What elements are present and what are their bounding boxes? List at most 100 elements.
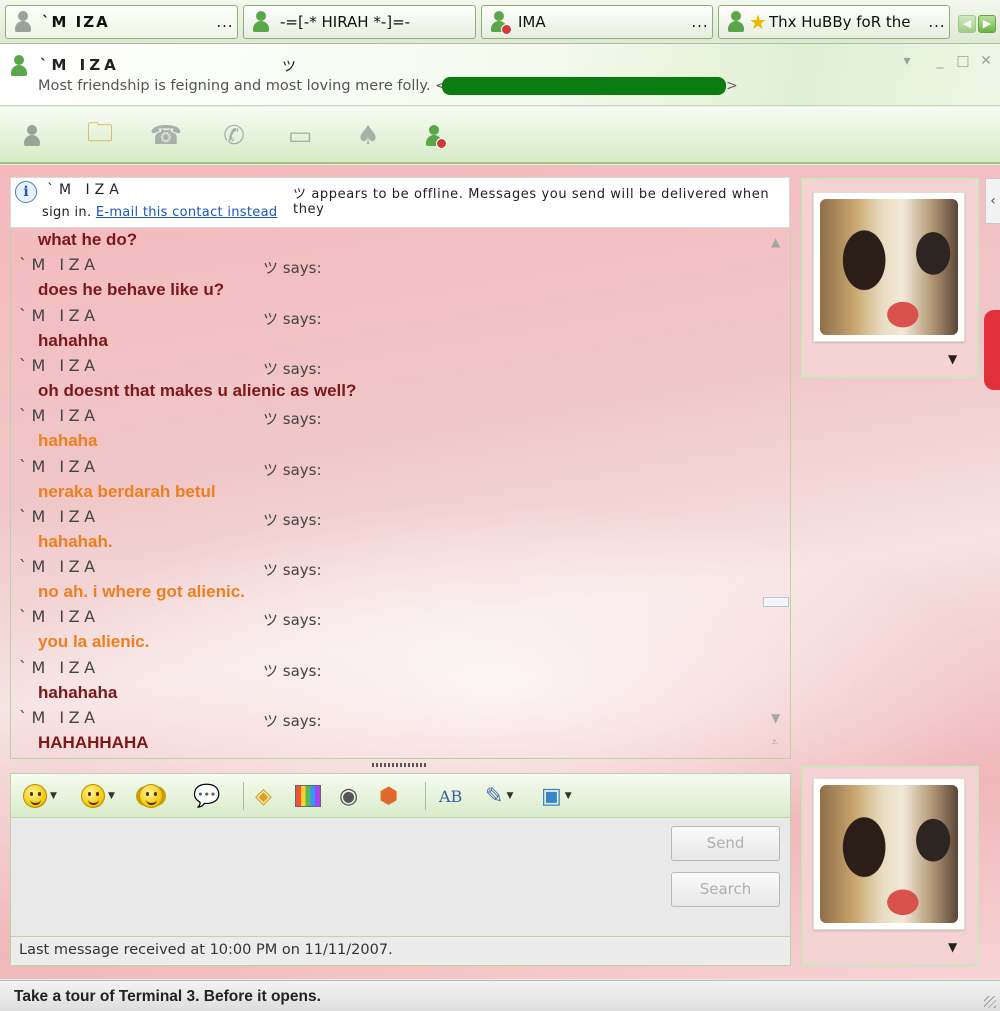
last-message-status: Last message received at 10:00 PM on 11/… (11, 936, 790, 965)
font-icon: AB (439, 786, 463, 806)
conversation-tab-strip: `M IZA ... -=[-* HIRAH *-]=- IMA ... ★ T… (0, 0, 1000, 44)
my-display-picture[interactable] (813, 778, 965, 930)
message-text: hahahah. (38, 531, 113, 551)
font-button[interactable]: AB (439, 780, 462, 812)
paint-button[interactable]: ✎ ▼ (485, 780, 513, 812)
conversation-toolbar: 🗀 ☎ ✆ ▭ ♠ (0, 107, 1000, 164)
message-says-label: ツ says: (263, 561, 322, 580)
chevron-down-icon[interactable]: ▼ (948, 940, 957, 954)
scroll-end-icon[interactable]: ⩡ (771, 735, 778, 750)
block-contact-icon (423, 124, 447, 149)
scroll-down-icon[interactable]: ▼ (771, 711, 780, 725)
message-text: what he do? (38, 230, 138, 249)
contact-header: `M IZA ツ Most friendship is feigning and… (0, 44, 1000, 106)
chevron-down-icon: ▼ (50, 791, 57, 801)
message-says-label: ツ says: (263, 611, 322, 630)
nudge-button[interactable] (139, 780, 163, 812)
block-contact-button[interactable] (414, 117, 454, 155)
display-picture-icon: ▣ (541, 783, 562, 809)
games-icon: ♠ (356, 121, 380, 151)
display-picture-button[interactable]: ▣ ▼ (541, 780, 572, 812)
contact-name-symbol: ツ (282, 59, 296, 75)
message-text: oh doesnt that makes u alienic as well? (38, 380, 357, 400)
tab-scroll-left-icon[interactable]: ◀ (958, 15, 976, 33)
message-text: hahaha (38, 431, 98, 451)
my-display-picture-frame: ▼ (801, 766, 979, 966)
tab-ima[interactable]: IMA ... (481, 5, 713, 39)
tab-scroll-arrows: ◀ ▶ (958, 15, 996, 33)
scroll-up-icon[interactable]: ▲ (771, 235, 780, 249)
message-sender: `M IZA (19, 456, 100, 476)
message-text: HAHAHHAHA (38, 733, 149, 752)
video-icon: ▭ (287, 121, 313, 151)
gift-button[interactable]: ⬢ (379, 780, 398, 812)
tab-label: `M IZA (42, 13, 110, 31)
message-text: hahahha (38, 330, 108, 350)
contact-status-icon (8, 54, 30, 78)
call-phone-button[interactable]: ✆ (214, 117, 254, 155)
background-button[interactable]: ◈ (255, 780, 272, 812)
grid-button[interactable] (295, 780, 321, 812)
emoticon-button[interactable]: ▼ (23, 780, 57, 812)
send-files-button[interactable]: 🗀 (80, 117, 120, 155)
contact-display-picture[interactable] (813, 192, 965, 342)
redacted-text (442, 77, 726, 95)
toolbar-divider (243, 782, 244, 810)
background-icon: ◈ (255, 783, 272, 809)
search-button[interactable]: Search (671, 872, 780, 907)
message-sender: `M IZA (19, 557, 100, 577)
resize-grip-icon[interactable] (984, 996, 996, 1008)
conversation-history[interactable]: what he do? `M IZA ツ says: does he behave l… (10, 229, 791, 759)
advertisement-bar: Take a tour of Terminal 3. Before it ope… (0, 980, 1000, 1011)
start-call-button[interactable]: ☎ (146, 117, 186, 155)
personal-message-end: > (726, 78, 738, 94)
video-button[interactable]: ▭ (280, 117, 320, 155)
send-button[interactable]: Send (671, 826, 780, 861)
chevron-down-icon: ▼ (506, 791, 514, 801)
notice-contact-name: `M IZA (47, 182, 124, 198)
tab-scroll-right-icon[interactable]: ▶ (978, 15, 996, 33)
contact-blocked-icon (488, 10, 512, 35)
tab-miza[interactable]: `M IZA ... (5, 5, 238, 39)
tab-ellipsis: ... (691, 13, 709, 31)
gift-icon: ⬢ (379, 783, 399, 809)
message-says-label: ツ says: (263, 410, 322, 429)
contact-name: `M IZA (40, 56, 120, 74)
email-contact-link[interactable]: E-mail this contact instead (96, 205, 278, 220)
voice-clip-button[interactable]: 💬 (193, 780, 220, 812)
minimize-icon[interactable]: _ (932, 53, 948, 69)
maximize-icon[interactable]: □ (955, 53, 971, 69)
chevron-down-icon: ▼ (108, 791, 115, 801)
tab-hubby[interactable]: ★ Thx HuBBy foR the ... (718, 5, 950, 39)
emoticon-icon (23, 784, 47, 808)
message-says-label: ツ says: (263, 712, 322, 730)
voice-clip-icon: 💬 (193, 783, 221, 809)
contact-photo (820, 199, 958, 335)
options-icon[interactable]: ▾ (899, 53, 915, 69)
contact-display-picture-frame: ▼ (801, 178, 979, 378)
invite-contact-icon (21, 124, 43, 148)
pane-splitter[interactable] (372, 763, 426, 767)
personal-message: Most friendship is feigning and most lov… (38, 78, 448, 94)
message-says-label: ツ says: (263, 259, 322, 278)
sound-button[interactable]: ◉ (339, 780, 358, 812)
invite-contact-button[interactable] (12, 117, 52, 155)
message-sender: `M IZA (19, 305, 100, 325)
format-toolbar: ▼ ▼ 💬 ◈ ◉ ⬢ AB ✎ ▼ ▣ ▼ (11, 774, 790, 818)
contact-online-icon (725, 10, 747, 34)
history-scrollbar[interactable]: ▲ ▼ ⩡ (763, 229, 790, 758)
message-sender: `M IZA (19, 506, 100, 526)
tab-hirah[interactable]: -=[-* HIRAH *-]=- (243, 5, 476, 39)
close-icon[interactable]: ✕ (978, 53, 994, 69)
collapse-panel-icon[interactable]: ‹ (985, 178, 1000, 224)
chevron-down-icon[interactable]: ▼ (948, 352, 957, 366)
games-button[interactable]: ♠ (348, 117, 388, 155)
info-icon: i (15, 181, 37, 203)
advertisement-link[interactable]: Take a tour of Terminal 3. Before it ope… (14, 988, 321, 1006)
scroll-thumb[interactable] (763, 597, 789, 607)
contact-offline-icon (12, 10, 34, 34)
wink-button[interactable]: ▼ (81, 780, 115, 812)
send-files-icon: 🗀 (86, 118, 113, 148)
message-input[interactable] (11, 818, 666, 933)
grid-icon (295, 785, 321, 807)
